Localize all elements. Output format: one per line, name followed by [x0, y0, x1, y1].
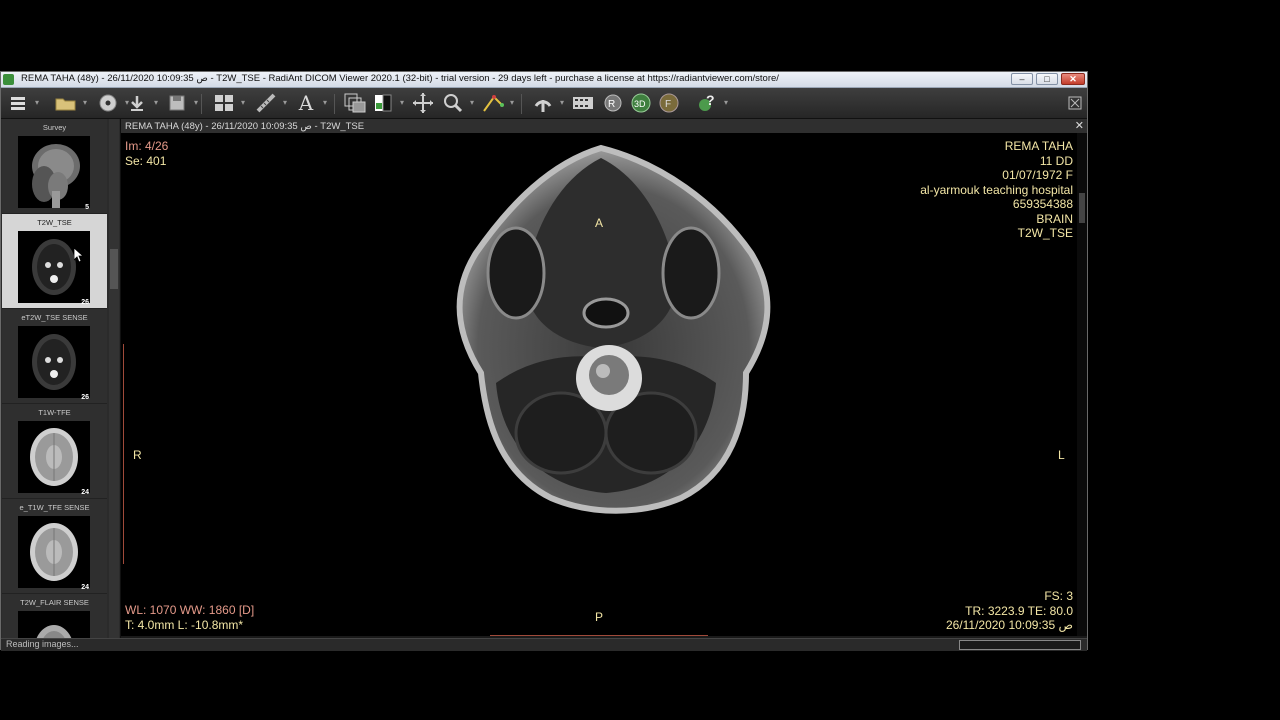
save-icon[interactable] — [165, 92, 198, 114]
rotate-3d-icon[interactable]: R — [601, 92, 625, 114]
measure-icon[interactable] — [254, 92, 287, 114]
volume-3d-icon[interactable]: 3D — [629, 92, 653, 114]
series-thumbnail-et2w-tse-sense[interactable]: eT2W_TSE SENSE 26 — [2, 309, 107, 404]
cine-icon[interactable] — [571, 92, 595, 114]
help-icon[interactable]: ? — [695, 92, 728, 114]
zoom-icon[interactable] — [441, 92, 474, 114]
svg-text:F: F — [665, 99, 671, 110]
radiant-app-icon — [3, 74, 14, 85]
slice-thickness-label: T: 4.0mm L: -10.8mm* — [125, 617, 244, 632]
mouse-cursor-icon — [74, 248, 84, 262]
series-label: eT2W_TSE SENSE — [21, 313, 88, 322]
viewport-scrollbar-thumb[interactable] — [1079, 193, 1085, 223]
status-bar: Reading images... — [1, 638, 1087, 651]
viewport-title: REMA TAHA (48y) - 26/11/2020 10:09:35 ص … — [125, 121, 365, 132]
status-text: Reading images... — [6, 639, 79, 649]
svg-text:R: R — [608, 99, 615, 110]
series-description-label: T2W_TSE — [1017, 226, 1073, 240]
image-count: 26 — [81, 394, 89, 401]
series-number-label: Se: 401 — [125, 153, 167, 168]
title-bar: REMA TAHA (48y) - 26/11/2020 10:09:35 ص … — [1, 72, 1087, 88]
patient-name-label: REMA TAHA — [1004, 139, 1073, 153]
download-icon[interactable] — [125, 92, 158, 114]
study-description-label: BRAIN — [1036, 211, 1073, 226]
series-preview-image — [18, 231, 90, 303]
orientation-right-label: L — [1058, 448, 1065, 462]
open-folder-icon[interactable] — [54, 92, 87, 114]
window-level-icon[interactable] — [371, 92, 404, 114]
fullscreen-icon[interactable] — [1067, 92, 1083, 114]
maximize-button[interactable]: □ — [1036, 73, 1058, 85]
sidebar-scrollbar-thumb[interactable] — [110, 249, 118, 289]
image-count: 24 — [81, 584, 89, 591]
cd-dvd-icon[interactable] — [96, 92, 129, 114]
angle-tool-icon[interactable] — [481, 92, 514, 114]
toolbar-separator — [201, 94, 202, 114]
series-preview-image — [18, 326, 90, 398]
institution-label: al-yarmouk teaching hospital — [920, 182, 1073, 197]
horizontal-ruler — [490, 631, 708, 636]
viewport-scrollbar[interactable] — [1077, 133, 1087, 636]
series-preview-image — [18, 611, 90, 638]
svg-text:3D: 3D — [634, 99, 646, 109]
viewport-close-button[interactable]: ✕ — [1075, 119, 1084, 132]
series-preview-image — [18, 516, 90, 588]
series-label: T1W-TFE — [38, 408, 71, 417]
series-preview-image — [18, 136, 90, 208]
image-count: 26 — [81, 299, 89, 306]
image-count: 24 — [81, 489, 89, 496]
mpr-icon[interactable] — [531, 92, 564, 114]
field-strength-label: FS: 3 — [1044, 589, 1073, 603]
series-preview-image — [18, 421, 90, 493]
orientation-left-label: R — [133, 448, 142, 462]
close-button[interactable]: ✕ — [1061, 73, 1085, 85]
series-thumbnail-t1w-tfe[interactable]: T1W-TFE 24 — [2, 404, 107, 499]
pan-icon[interactable] — [411, 92, 435, 114]
app-window: REMA TAHA (48y) - 26/11/2020 10:09:35 ص … — [0, 71, 1088, 651]
window-title: REMA TAHA (48y) - 26/11/2020 10:09:35 ص … — [21, 73, 779, 84]
sidebar-scrollbar[interactable] — [109, 119, 119, 638]
image-count: 5 — [85, 204, 89, 211]
loading-progress-bar — [959, 640, 1081, 650]
tr-te-label: TR: 3223.9 TE: 80.0 — [965, 603, 1073, 618]
svg-text:?: ? — [706, 92, 715, 108]
patient-id-label: 11 DD — [1039, 153, 1073, 168]
main-toolbar: A R 3D F ? — [1, 88, 1087, 119]
patient-dob-label: 01/07/1972 F — [1002, 168, 1073, 182]
mri-axial-image[interactable] — [441, 143, 786, 533]
minimize-button[interactable]: – — [1011, 73, 1033, 85]
toolbar-separator — [521, 94, 522, 114]
acquisition-datetime-label: 26/11/2020 10:09:35 ص — [945, 618, 1073, 632]
series-label: e_T1W_TFE SENSE — [19, 503, 90, 512]
orientation-bottom-label: P — [595, 610, 604, 624]
series-thumbnail-e-t1w-tfe-sense[interactable]: e_T1W_TFE SENSE 24 — [2, 499, 107, 594]
window-level-label: WL: 1070 WW: 1860 [D] — [125, 603, 255, 617]
orientation-top-label: A — [595, 216, 604, 230]
series-thumbnail-survey[interactable]: Survey 5 — [2, 119, 107, 214]
series-label: T2W_TSE — [37, 218, 72, 227]
series-thumbnail-t2w-flair-sense[interactable]: T2W_FLAIR SENSE — [2, 594, 107, 638]
patient-mrn-label: 659354388 — [1012, 197, 1073, 211]
menu-icon[interactable] — [6, 92, 39, 114]
viewport-header: REMA TAHA (48y) - 26/11/2020 10:09:35 ص … — [121, 119, 1087, 133]
series-thumbnail-t2w-tse[interactable]: T2W_TSE 26 — [2, 214, 107, 309]
layout-grid-icon[interactable] — [212, 92, 245, 114]
fusion-icon[interactable]: F — [657, 92, 681, 114]
image-index-label: Im: 4/26 — [125, 139, 169, 153]
series-label: Survey — [42, 123, 67, 132]
series-stack-icon[interactable] — [343, 92, 367, 114]
toolbar-separator — [334, 94, 335, 114]
vertical-ruler — [123, 344, 126, 564]
series-label: T2W_FLAIR SENSE — [20, 598, 89, 607]
text-annotation-icon[interactable]: A — [294, 91, 327, 115]
series-sidebar: Survey 5 T2W_TSE 26 eT2W_TSE SENSE 26 T1… — [1, 119, 121, 638]
image-viewport[interactable]: REMA TAHA (48y) - 26/11/2020 10:09:35 ص … — [121, 119, 1087, 636]
